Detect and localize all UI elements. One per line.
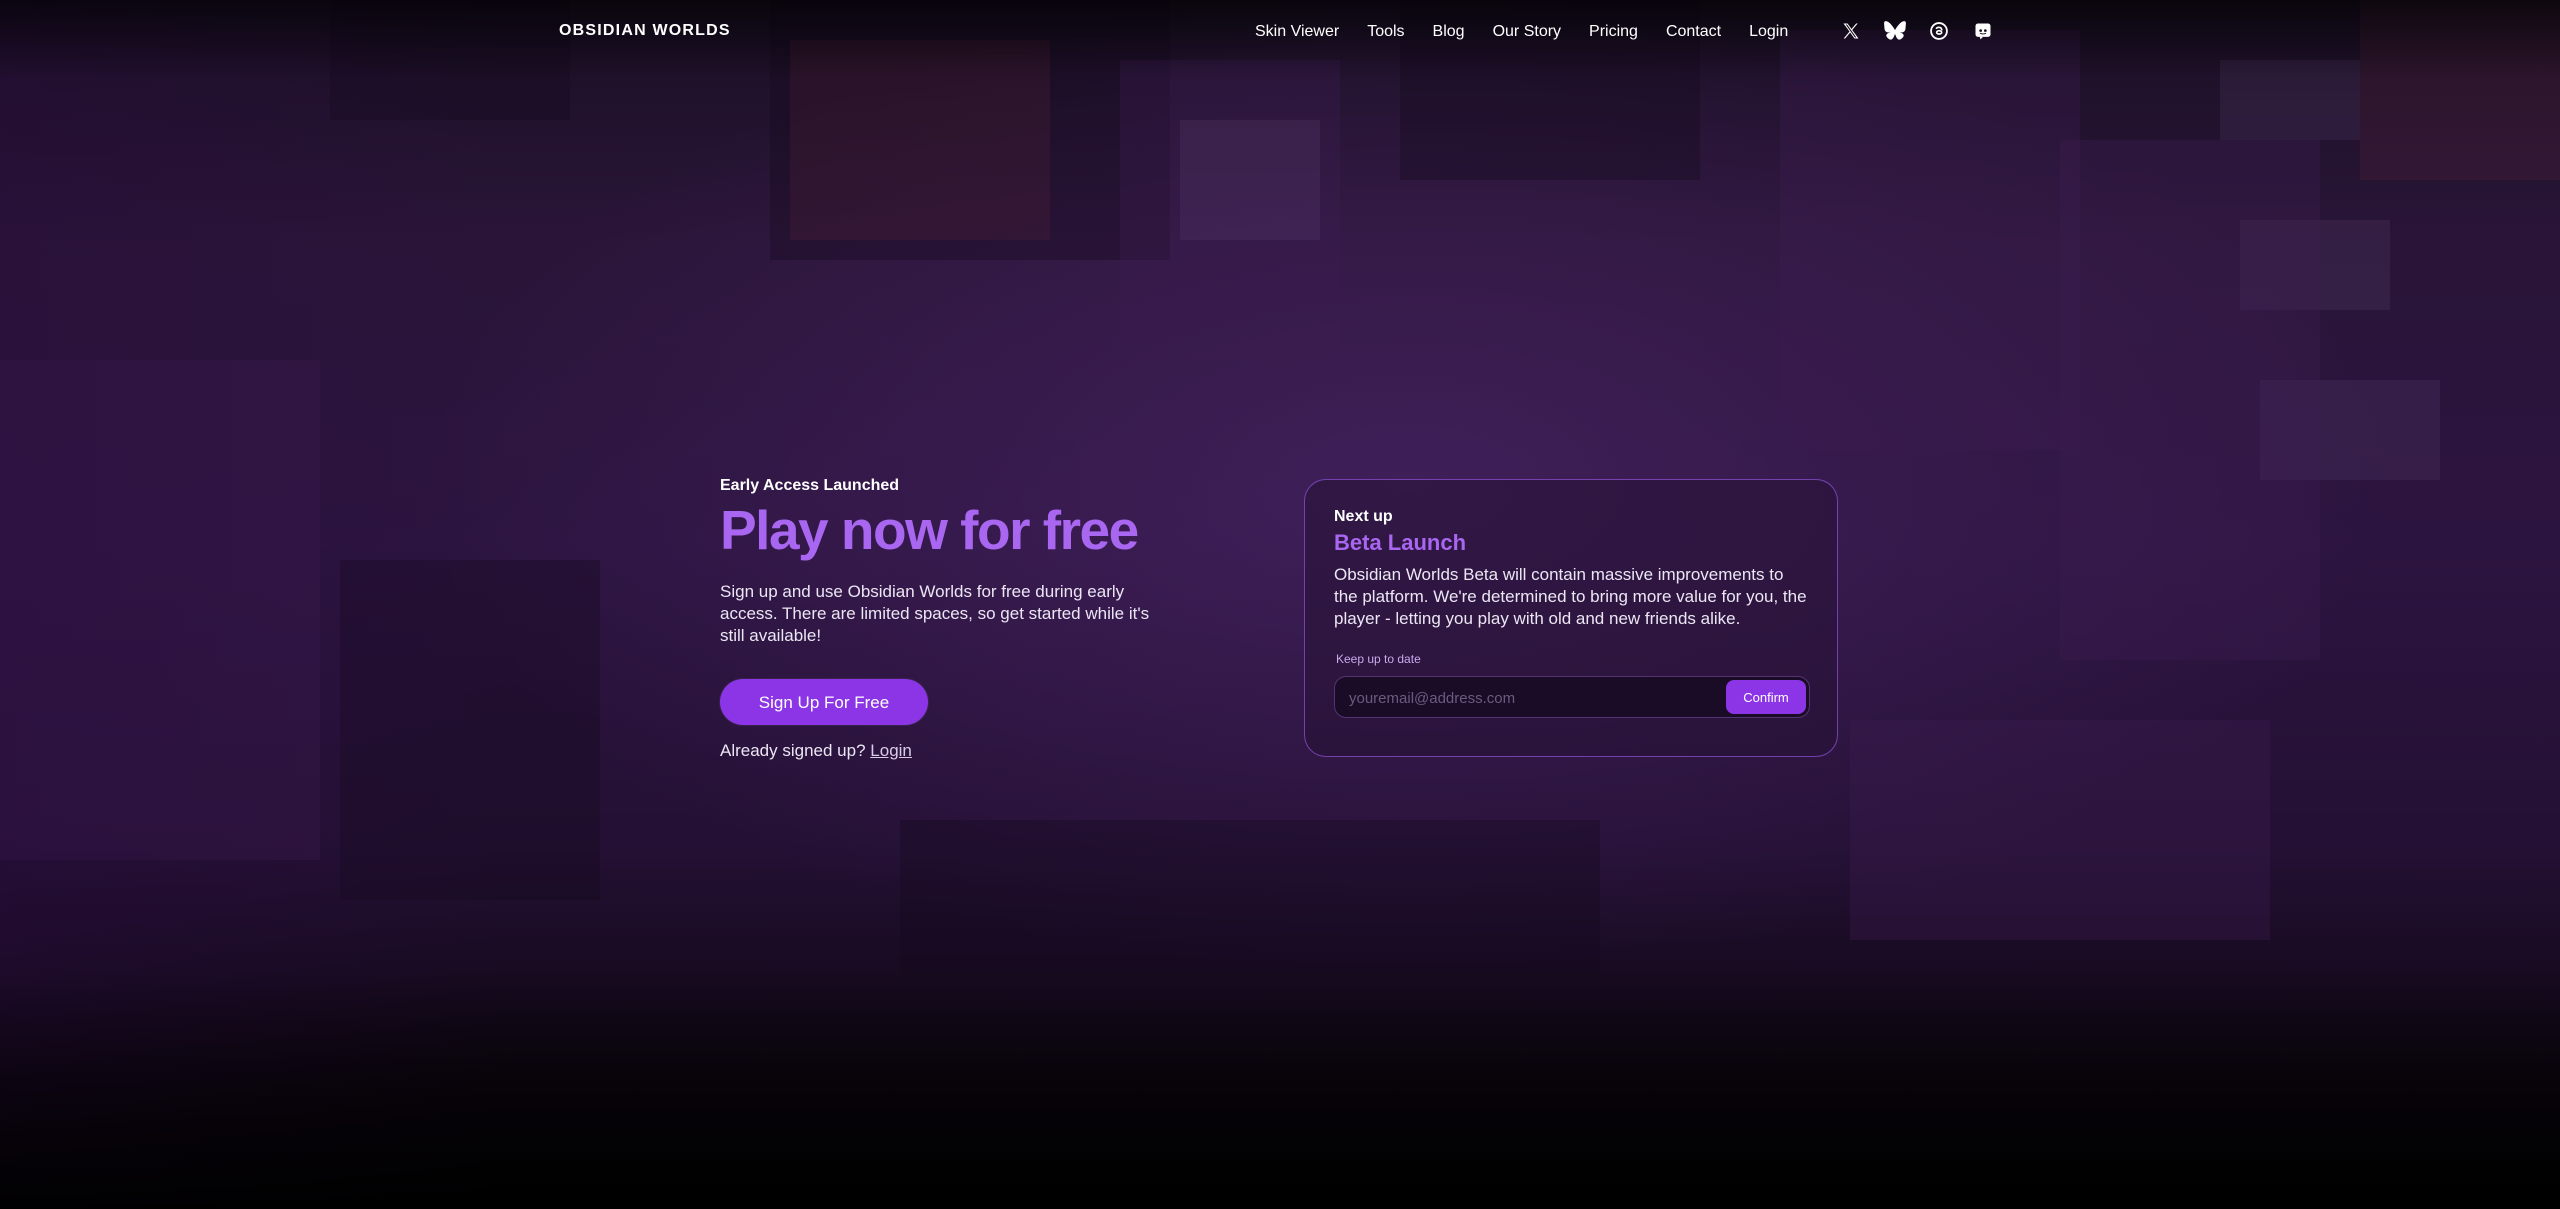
card-title: Beta Launch — [1334, 530, 1467, 555]
nav-link-pricing[interactable]: Pricing — [1589, 21, 1638, 43]
confirm-button[interactable]: Confirm — [1726, 680, 1806, 714]
nav-links: Skin Viewer Tools Blog Our Story Pricing… — [1255, 21, 1816, 43]
nav-link-tools[interactable]: Tools — [1367, 21, 1404, 43]
nav-link-contact[interactable]: Contact — [1666, 21, 1721, 43]
top-nav: OBSIDIAN WORLDS Skin Viewer Tools Blog O… — [0, 0, 2560, 64]
nav-link-login[interactable]: Login — [1749, 21, 1788, 43]
hero-section: Early Access Launched Play now for free … — [720, 477, 1160, 761]
sign-up-button[interactable]: Sign Up For Free — [720, 679, 928, 725]
bluesky-icon[interactable] — [1883, 19, 1907, 43]
login-link[interactable]: Login — [870, 741, 912, 760]
keep-up-to-date-label: Keep up to date — [1336, 652, 1421, 666]
threads-icon[interactable] — [1927, 19, 1951, 43]
next-up-card: Next up Beta Launch Obsidian Worlds Beta… — [1304, 479, 1838, 757]
x-icon[interactable] — [1839, 19, 1863, 43]
nav-link-skin-viewer[interactable]: Skin Viewer — [1255, 21, 1339, 43]
logo[interactable]: OBSIDIAN WORLDS — [559, 22, 731, 40]
page: OBSIDIAN WORLDS Skin Viewer Tools Blog O… — [0, 0, 2560, 1209]
nav-link-our-story[interactable]: Our Story — [1493, 21, 1561, 43]
already-signed-up: Already signed up? Login — [720, 741, 1160, 761]
discord-icon[interactable] — [1971, 19, 1995, 43]
social-links — [1839, 19, 1995, 43]
email-signup-form: Confirm — [1334, 676, 1810, 719]
hero-headline: Play now for free — [720, 499, 1139, 561]
card-body: Obsidian Worlds Beta will contain massiv… — [1334, 565, 1807, 628]
hero-description: Sign up and use Obsidian Worlds for free… — [720, 582, 1150, 645]
nav-link-blog[interactable]: Blog — [1433, 21, 1465, 43]
email-input[interactable] — [1347, 677, 1721, 719]
card-kicker: Next up — [1334, 508, 1393, 525]
already-signed-up-text: Already signed up? — [720, 741, 866, 760]
vignette-overlay — [0, 0, 2560, 1209]
hero-eyebrow: Early Access Launched — [720, 477, 900, 494]
